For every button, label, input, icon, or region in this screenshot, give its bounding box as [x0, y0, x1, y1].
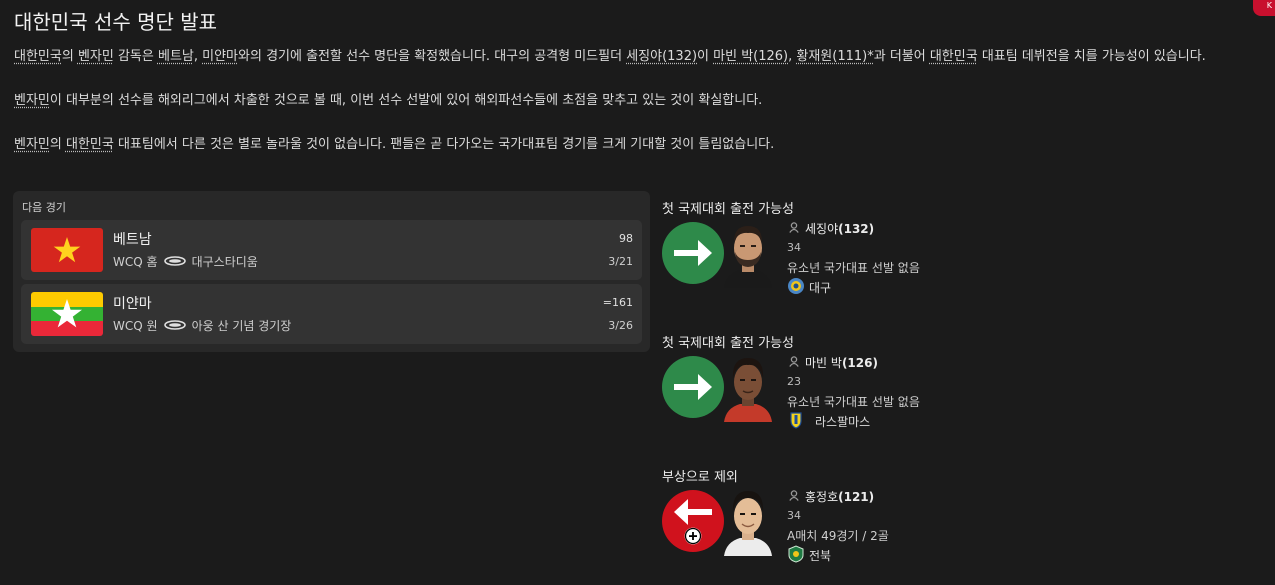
player-card[interactable]: 부상으로 제외 홍정호 (121) 34 A매치 49경기 / 2골 전북 — [662, 466, 962, 585]
player-photo — [722, 218, 774, 288]
match-date: 3/21 — [608, 255, 633, 268]
opponent-rank: 98 — [619, 232, 633, 245]
arrow-left-icon — [662, 490, 724, 552]
player-club[interactable]: 전북 — [787, 545, 831, 566]
news-article: 대한민국의 벤자민 감독은 베트남, 미얀마와의 경기에 출전할 선수 명단을 … — [14, 46, 1264, 156]
match-opponent[interactable]: 베트남 — [113, 229, 152, 249]
link-manager-2[interactable]: 벤자민 — [14, 93, 50, 108]
link-player-hwang[interactable]: 황재원(111)* — [796, 49, 873, 64]
player-club[interactable]: 라스팔마스 — [787, 411, 870, 432]
player-age: 34 — [787, 241, 801, 254]
person-icon — [789, 355, 799, 370]
jeonbuk-crest-icon — [787, 545, 805, 566]
player-status: 첫 국제대회 출전 가능성 — [662, 336, 794, 351]
person-icon — [789, 489, 799, 504]
match-row[interactable]: 미얀마 WCQ 원 아웅 산 기념 경기장 =161 3/26 — [21, 284, 642, 344]
match-date: 3/26 — [608, 319, 633, 332]
arrow-right-icon — [662, 356, 724, 418]
player-status: 부상으로 제외 — [662, 470, 738, 485]
link-korea-3[interactable]: 대한민국 — [66, 137, 114, 152]
link-korea[interactable]: 대한민국 — [14, 49, 62, 64]
daegu-crest-icon — [787, 277, 805, 298]
next-matches-title: 다음 경기 — [22, 201, 66, 214]
player-card[interactable]: 첫 국제대회 출전 가능성 마빈 박 (126) 23 유소년 국가대표 선발 없… — [662, 332, 962, 452]
player-status: 첫 국제대회 출전 가능성 — [662, 202, 794, 217]
player-caps: A매치 49경기 / 2골 — [787, 529, 889, 543]
link-manager-3[interactable]: 벤자민 — [14, 137, 50, 152]
match-opponent[interactable]: 미얀마 — [113, 293, 152, 313]
link-korea-2[interactable]: 대한민국 — [930, 49, 978, 64]
link-player-cesinha[interactable]: 세징야(132) — [626, 49, 697, 64]
match-info: WCQ 홈 대구스타디움 — [113, 254, 258, 270]
stadium-icon — [163, 319, 186, 333]
player-photo — [722, 486, 774, 556]
corner-badge[interactable]: K — [1253, 0, 1275, 16]
article-paragraph-3: 벤자민의 대한민국 대표팀에서 다른 것은 별로 놀라울 것이 없습니다. 팬들… — [14, 137, 775, 152]
player-card[interactable]: 첫 국제대회 출전 가능성 세징야 (132) 34 유소년 국가대표 선발 없음… — [662, 198, 962, 318]
player-photo — [722, 352, 774, 422]
las-palmas-crest-icon — [787, 411, 805, 432]
player-age: 34 — [787, 509, 801, 522]
myanmar-flag-icon — [31, 292, 103, 336]
link-vietnam[interactable]: 베트남 — [158, 49, 194, 64]
vietnam-flag-icon — [31, 228, 103, 272]
arrow-right-icon — [662, 222, 724, 284]
link-myanmar[interactable]: 미얀마 — [202, 49, 238, 64]
player-caps: 유소년 국가대표 선발 없음 — [787, 395, 920, 409]
player-name[interactable]: 홍정호 (121) — [789, 488, 874, 505]
match-row[interactable]: 베트남 WCQ 홈 대구스타디움 98 3/21 — [21, 220, 642, 280]
next-matches-panel: 다음 경기 베트남 WCQ 홈 대구스타디움 98 3/21 미얀마 WCQ 원아… — [13, 191, 650, 352]
player-name[interactable]: 세징야 (132) — [789, 220, 874, 237]
article-paragraph-1: 대한민국의 벤자민 감독은 베트남, 미얀마와의 경기에 출전할 선수 명단을 … — [14, 49, 1206, 64]
player-name[interactable]: 마빈 박 (126) — [789, 354, 878, 371]
person-icon — [789, 221, 799, 236]
link-manager[interactable]: 벤자민 — [78, 49, 114, 64]
player-club[interactable]: 대구 — [787, 277, 831, 298]
player-caps: 유소년 국가대표 선발 없음 — [787, 261, 920, 275]
opponent-rank: =161 — [602, 296, 633, 309]
match-info: WCQ 원 아웅 산 기념 경기장 — [113, 318, 292, 334]
article-paragraph-2: 벤자민이 대부분의 선수를 해외리그에서 차출한 것으로 볼 때, 이번 선수 … — [14, 93, 763, 108]
player-age: 23 — [787, 375, 801, 388]
stadium-icon — [163, 255, 186, 269]
link-player-marvin-park[interactable]: 마빈 박(126) — [713, 49, 788, 64]
page-title: 대한민국 선수 명단 발표 — [14, 10, 218, 34]
corner-badge-label: K — [1266, 1, 1272, 10]
